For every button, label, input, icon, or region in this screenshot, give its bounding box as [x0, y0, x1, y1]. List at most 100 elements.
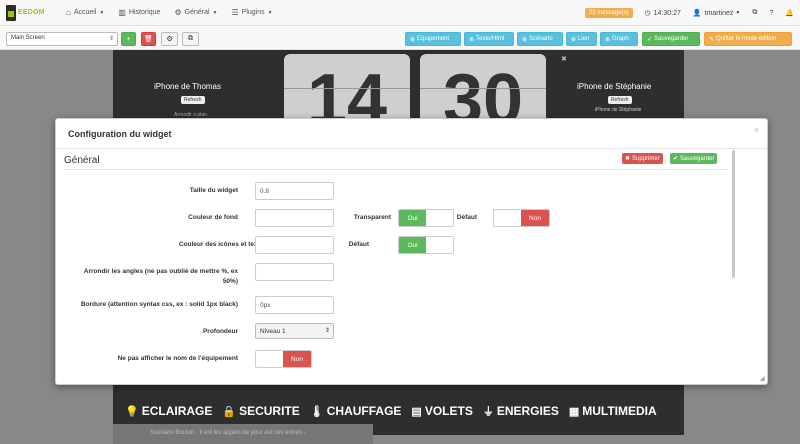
category-volets-label: VOLETS — [424, 404, 473, 418]
depth-select[interactable]: Niveau 1 ⇕ — [255, 323, 334, 339]
refresh-left-button[interactable]: Refresh — [181, 96, 205, 104]
clock-hours: 14 — [306, 60, 388, 124]
category-energies[interactable]: ⏚ ENERGIES — [483, 403, 559, 419]
add-screen-button[interactable]: + — [121, 32, 136, 46]
category-bar: 💡 ECLAIRAGE 🔒 SECURITE 🌡 CHAUFFAGE ▤ VOLETS … — [113, 398, 684, 424]
depth-select-value: Niveau 1 — [260, 328, 286, 335]
modal-scrollbar[interactable] — [732, 150, 735, 278]
modal-title: Configuration du widget — [68, 129, 172, 139]
nav-general-label: Général — [184, 9, 210, 16]
modal-header: Configuration du widget × — [56, 119, 767, 149]
tasks-icon: ☰ — [231, 8, 239, 17]
lightbulb-icon: 💡 — [125, 405, 139, 418]
category-volets[interactable]: ▤ VOLETS — [411, 404, 472, 418]
bg-default-toggle[interactable]: Non — [493, 209, 550, 227]
chevron-down-icon: ▼ — [99, 9, 105, 16]
duplicate-screen-button[interactable]: ⧉ — [182, 32, 199, 46]
screen-config-button[interactable]: ⚙ — [161, 32, 178, 46]
hide-name-toggle[interactable]: Non — [255, 350, 312, 368]
nav-historique[interactable]: ▥ Historique — [118, 8, 160, 17]
chevron-down-icon: ▼ — [267, 9, 273, 16]
add-scenario-button[interactable]: ⊕ Scénario — [517, 32, 563, 46]
clock-time: 14:30:27 — [653, 9, 681, 17]
add-graph-button[interactable]: ⊕ Graph — [600, 32, 638, 46]
chevron-down-icon: ▼ — [212, 9, 218, 16]
hide-name-label: Ne pas afficher le nom de l'équipement — [117, 355, 238, 362]
check-icon: ✔ — [673, 156, 679, 162]
screen-select-value: Main Screen — [11, 35, 45, 41]
save-widget-button[interactable]: ✔ Sauvegarder — [670, 153, 718, 164]
add-text-button[interactable]: ⊕ Texte/Html — [464, 32, 514, 46]
dash-sub-right: iPhone de Stéphanie — [595, 107, 642, 113]
screen-select[interactable]: Main Screen ⇕ — [6, 32, 118, 46]
jeedom-logo[interactable]: EEDOM — [6, 4, 52, 21]
messages-badge[interactable]: 23 message(s) — [584, 8, 633, 18]
icon-default-toggle[interactable]: Oui — [398, 236, 454, 254]
bg-default-toggle-off: Non — [521, 210, 549, 226]
cogs-icon: ⚙ — [174, 8, 182, 17]
delete-screen-button[interactable]: 🗑 — [141, 32, 156, 46]
category-chauffage[interactable]: 🌡 CHAUFFAGE — [310, 404, 402, 418]
border-input[interactable]: 0px — [255, 296, 334, 314]
nav-plugins-label: Plugins — [241, 9, 265, 16]
iphone-left-label: iPhone de Thomas — [154, 82, 222, 91]
widget-close-icon[interactable]: ✖ — [561, 55, 567, 63]
delete-widget-label: Supprimer — [632, 155, 660, 162]
widget-size-input[interactable]: 0.8 — [255, 182, 334, 200]
category-multimedia[interactable]: ▦ MULTIMEDIA — [569, 404, 657, 418]
check-icon: ✓ — [647, 36, 653, 43]
exit-edit-mode-button[interactable]: ✎ Quitter le mode édition — [704, 32, 792, 46]
times-icon: ✖ — [625, 156, 631, 162]
clock-hours-widget: 14 — [284, 54, 410, 124]
help-icon[interactable]: ? — [769, 10, 773, 17]
plug-icon: ⏚ — [482, 406, 494, 418]
copy-icon: ⧉ — [188, 35, 193, 42]
plus-circle-icon: ⊕ — [410, 36, 416, 43]
add-equipment-button[interactable]: ⊕ Equipement — [405, 32, 461, 46]
clock-minutes: 30 — [442, 60, 524, 124]
user-name: tmartinez — [704, 9, 734, 17]
radius-input[interactable] — [255, 263, 334, 281]
nav-accueil[interactable]: ⌂ Accueil ▼ — [66, 8, 104, 17]
nav-plugins[interactable]: ☰ Plugins ▼ — [231, 8, 272, 17]
icon-default-toggle-handle — [426, 237, 453, 253]
exit-edit-mode-label: Quitter le mode édition — [716, 36, 777, 42]
plus-circle-icon: ⊕ — [571, 36, 577, 43]
resize-handle-icon[interactable]: ◢ — [760, 375, 765, 382]
footer-text: Scenario Bouton : Il est les appels de p… — [150, 430, 306, 436]
home-icon: ⌂ — [66, 8, 71, 17]
network-icon[interactable]: ⧉ — [752, 9, 757, 17]
logo-icon — [6, 4, 16, 21]
add-scenario-label: Scénario — [529, 36, 553, 42]
delete-widget-button[interactable]: ✖ Supprimer — [622, 153, 663, 164]
category-securite[interactable]: 🔒 SECURITE — [222, 404, 299, 418]
iphone-right-label: iPhone de Stéphanie — [577, 82, 652, 91]
bell-icon[interactable]: 🔔 — [785, 9, 794, 17]
user-icon: 👤 — [692, 10, 702, 17]
bg-default-label: Défaut — [456, 214, 477, 221]
category-eclairage[interactable]: 💡 ECLAIRAGE — [125, 404, 212, 418]
plus-icon: + — [126, 35, 131, 43]
hide-name-toggle-handle — [256, 351, 284, 367]
nav-accueil-label: Accueil — [73, 9, 97, 16]
cogs-icon: ⚙ — [166, 36, 173, 43]
shutter-icon: ▤ — [411, 405, 422, 418]
add-link-label: Lien — [578, 36, 590, 42]
category-multimedia-label: MULTIMEDIA — [582, 404, 657, 418]
logo-text: EEDOM — [18, 9, 45, 16]
chart-icon: ▥ — [118, 8, 126, 17]
close-icon[interactable]: × — [754, 125, 759, 135]
add-text-label: Texte/Html — [476, 36, 505, 42]
add-link-button[interactable]: ⊕ Lien — [566, 32, 597, 46]
edit-toolbar: Main Screen ⇕ + 🗑 ⚙ ⧉ ⊕ Equipement ⊕ Texte… — [0, 26, 800, 50]
section-divider — [64, 169, 728, 170]
user-menu[interactable]: 👤 tmartinez ▼ — [692, 9, 740, 18]
film-icon: ▦ — [568, 405, 580, 418]
save-design-button[interactable]: ✓ Sauvegarder — [642, 32, 700, 46]
category-chauffage-label: CHAUFFAGE — [326, 404, 402, 418]
add-equipment-label: Equipement — [417, 36, 450, 42]
category-eclairage-label: ECLAIRAGE — [141, 404, 213, 418]
refresh-right-button[interactable]: Refresh — [608, 96, 632, 104]
nav-general[interactable]: ⚙ Général ▼ — [174, 8, 217, 17]
add-graph-label: Graph — [612, 36, 629, 42]
